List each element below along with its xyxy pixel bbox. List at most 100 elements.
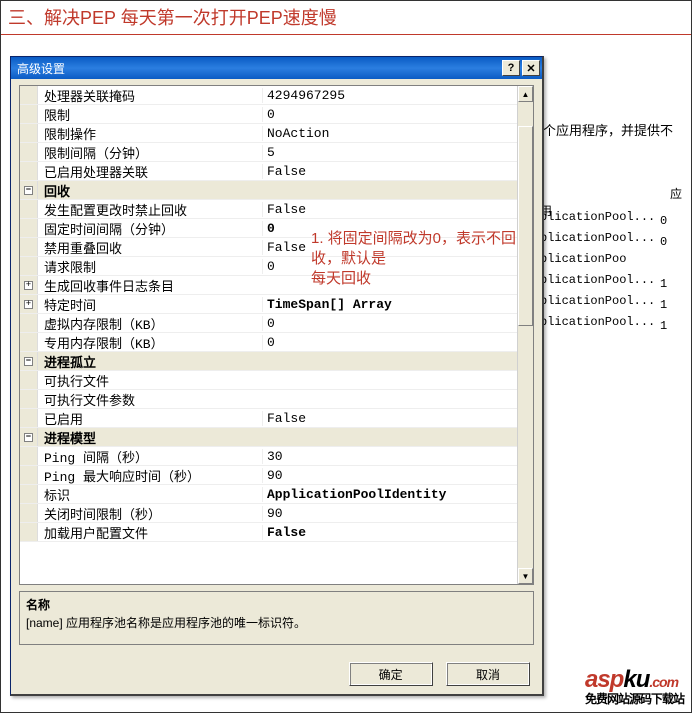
cancel-button[interactable]: 取消 <box>446 662 530 686</box>
property-value[interactable]: 0 <box>262 107 517 122</box>
property-label: 生成回收事件日志条目 <box>38 276 262 295</box>
expand-toggle <box>20 200 38 218</box>
expand-toggle <box>20 86 38 104</box>
property-value[interactable]: False <box>262 240 517 255</box>
property-label: 处理器关联掩码 <box>38 86 262 105</box>
property-value[interactable]: 0 <box>262 221 517 236</box>
expand-icon: + <box>24 281 33 290</box>
property-grid-body: 处理器关联掩码4294967295限制0限制操作NoAction限制间隔（分钟）… <box>20 86 517 584</box>
dialog-titlebar[interactable]: 高级设置 ? ✕ <box>11 57 542 79</box>
expand-toggle <box>20 143 38 161</box>
property-label: 专用内存限制（KB） <box>38 333 262 352</box>
property-label: 可执行文件参数 <box>38 390 262 409</box>
property-value[interactable]: 5 <box>262 145 517 160</box>
property-label: Ping 间隔（秒） <box>38 447 262 466</box>
collapse-icon: − <box>24 433 33 442</box>
property-row[interactable]: 处理器关联掩码4294967295 <box>20 86 517 105</box>
property-label: 进程模型 <box>38 428 262 447</box>
expand-toggle[interactable]: + <box>20 276 38 294</box>
property-label: 已启用 <box>38 409 262 428</box>
property-row[interactable]: Ping 最大响应时间（秒）90 <box>20 466 517 485</box>
property-row[interactable]: 已启用False <box>20 409 517 428</box>
property-value[interactable]: 0 <box>262 335 517 350</box>
property-label: 禁用重叠回收 <box>38 238 262 257</box>
expand-toggle <box>20 390 38 408</box>
property-value[interactable]: 90 <box>262 506 517 521</box>
property-row[interactable]: 发生配置更改时禁止回收False <box>20 200 517 219</box>
property-row[interactable]: 请求限制0 <box>20 257 517 276</box>
property-value[interactable]: 4294967295 <box>262 88 517 103</box>
property-row[interactable]: 禁用重叠回收False <box>20 238 517 257</box>
expand-toggle <box>20 333 38 351</box>
bg-row-num: 0 <box>660 235 667 249</box>
property-row[interactable]: + 生成回收事件日志条目 <box>20 276 517 295</box>
expand-toggle[interactable]: − <box>20 428 38 446</box>
property-value[interactable]: ApplicationPoolIdentity <box>262 487 517 502</box>
property-category[interactable]: −进程孤立 <box>20 352 517 371</box>
close-button[interactable]: ✕ <box>522 60 540 76</box>
expand-toggle[interactable]: − <box>20 181 38 199</box>
collapse-icon: − <box>24 357 33 366</box>
property-value[interactable]: 0 <box>262 316 517 331</box>
property-row[interactable]: Ping 间隔（秒）30 <box>20 447 517 466</box>
property-row[interactable]: 已启用处理器关联False <box>20 162 517 181</box>
background-list-row[interactable]: plicationPool...1 <box>540 273 667 291</box>
watermark: aspku.com 免费网站源码下载站 <box>585 666 684 707</box>
property-row[interactable]: 关闭时间限制（秒）90 <box>20 504 517 523</box>
help-button[interactable]: ? <box>502 60 520 76</box>
property-value[interactable]: 0 <box>262 259 517 274</box>
property-row[interactable]: 专用内存限制（KB）0 <box>20 333 517 352</box>
property-row[interactable]: 加载用户配置文件False <box>20 523 517 542</box>
property-value[interactable]: False <box>262 202 517 217</box>
property-value[interactable]: False <box>262 164 517 179</box>
bg-row-num: 1 <box>660 277 667 291</box>
background-list-row[interactable]: plicationPool...1 <box>540 315 667 333</box>
property-category[interactable]: −进程模型 <box>20 428 517 447</box>
property-category[interactable]: −回收 <box>20 181 517 200</box>
property-label: 加载用户配置文件 <box>38 523 262 542</box>
expand-toggle <box>20 447 38 465</box>
property-row[interactable]: 标识ApplicationPoolIdentity <box>20 485 517 504</box>
bg-row-name: plicationPool... <box>540 294 660 308</box>
property-row[interactable]: 限制操作NoAction <box>20 124 517 143</box>
expand-toggle <box>20 409 38 427</box>
description-text: [name] 应用程序池名称是应用程序池的唯一标识符。 <box>26 614 527 632</box>
expand-toggle[interactable]: − <box>20 352 38 370</box>
property-row[interactable]: 限制间隔（分钟）5 <box>20 143 517 162</box>
property-row[interactable]: 固定时间间隔（分钟）0 <box>20 219 517 238</box>
background-list-row[interactable]: plicationPool...0 <box>540 210 667 228</box>
vertical-scrollbar[interactable]: ▲ ▼ <box>517 86 533 584</box>
property-value[interactable]: TimeSpan[] Array <box>262 297 517 312</box>
property-row[interactable]: 可执行文件参数 <box>20 390 517 409</box>
property-value[interactable]: False <box>262 411 517 426</box>
property-description-pane: 名称 [name] 应用程序池名称是应用程序池的唯一标识符。 <box>19 591 534 645</box>
description-name: 名称 <box>26 596 527 614</box>
expand-toggle <box>20 162 38 180</box>
property-grid: 处理器关联掩码4294967295限制0限制操作NoAction限制间隔（分钟）… <box>19 85 534 585</box>
property-label: 标识 <box>38 485 262 504</box>
scroll-down-icon[interactable]: ▼ <box>518 568 533 584</box>
expand-toggle <box>20 314 38 332</box>
dialog-title: 高级设置 <box>17 60 500 77</box>
property-row[interactable]: +特定时间TimeSpan[] Array <box>20 295 517 314</box>
ok-button[interactable]: 确定 <box>349 662 433 686</box>
scroll-up-icon[interactable]: ▲ <box>518 86 533 102</box>
property-value[interactable]: NoAction <box>262 126 517 141</box>
property-row[interactable]: 虚拟内存限制（KB）0 <box>20 314 517 333</box>
background-list-row[interactable]: plicationPool...1 <box>540 294 667 312</box>
property-value[interactable]: 30 <box>262 449 517 464</box>
property-row[interactable]: 可执行文件 <box>20 371 517 390</box>
property-value[interactable]: False <box>262 525 517 540</box>
expand-toggle[interactable]: + <box>20 295 38 313</box>
bg-row-num: 0 <box>660 214 667 228</box>
page-title: 三、解决PEP 每天第一次打开PEP速度慢 <box>8 4 684 30</box>
property-label: 可执行文件 <box>38 371 262 390</box>
background-list-row[interactable]: plicationPoo <box>540 252 660 270</box>
scroll-thumb[interactable] <box>518 126 533 326</box>
property-label: 已启用处理器关联 <box>38 162 262 181</box>
bg-row-name: plicationPool... <box>540 315 660 329</box>
property-value[interactable]: 90 <box>262 468 517 483</box>
expand-icon: + <box>24 300 33 309</box>
background-list-row[interactable]: plicationPool...0 <box>540 231 667 249</box>
property-row[interactable]: 限制0 <box>20 105 517 124</box>
